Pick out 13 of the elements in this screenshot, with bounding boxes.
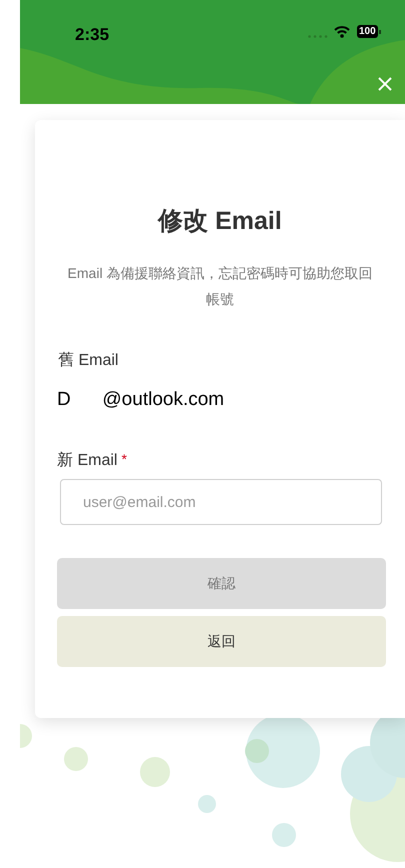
old-email-value: D @outlook.com (57, 388, 226, 412)
status-time: 2:35 (75, 24, 110, 46)
email-input-field[interactable]: user@email.com (60, 479, 382, 525)
signal-icon (308, 35, 328, 38)
dialog-description: Email 為備援聯絡資訊，忘記密碼時可協助您取回帳號 (66, 264, 374, 309)
wifi-icon (334, 26, 350, 38)
field-label: 新 Email (57, 450, 118, 471)
close-icon (378, 77, 392, 91)
battery-icon: 100 (357, 25, 381, 38)
required-mark: * (121, 450, 127, 469)
field-label: 舊 Email (57, 350, 120, 371)
back-button[interactable]: 返回 (57, 616, 386, 667)
dialog-title: 修改 Email (156, 206, 283, 237)
